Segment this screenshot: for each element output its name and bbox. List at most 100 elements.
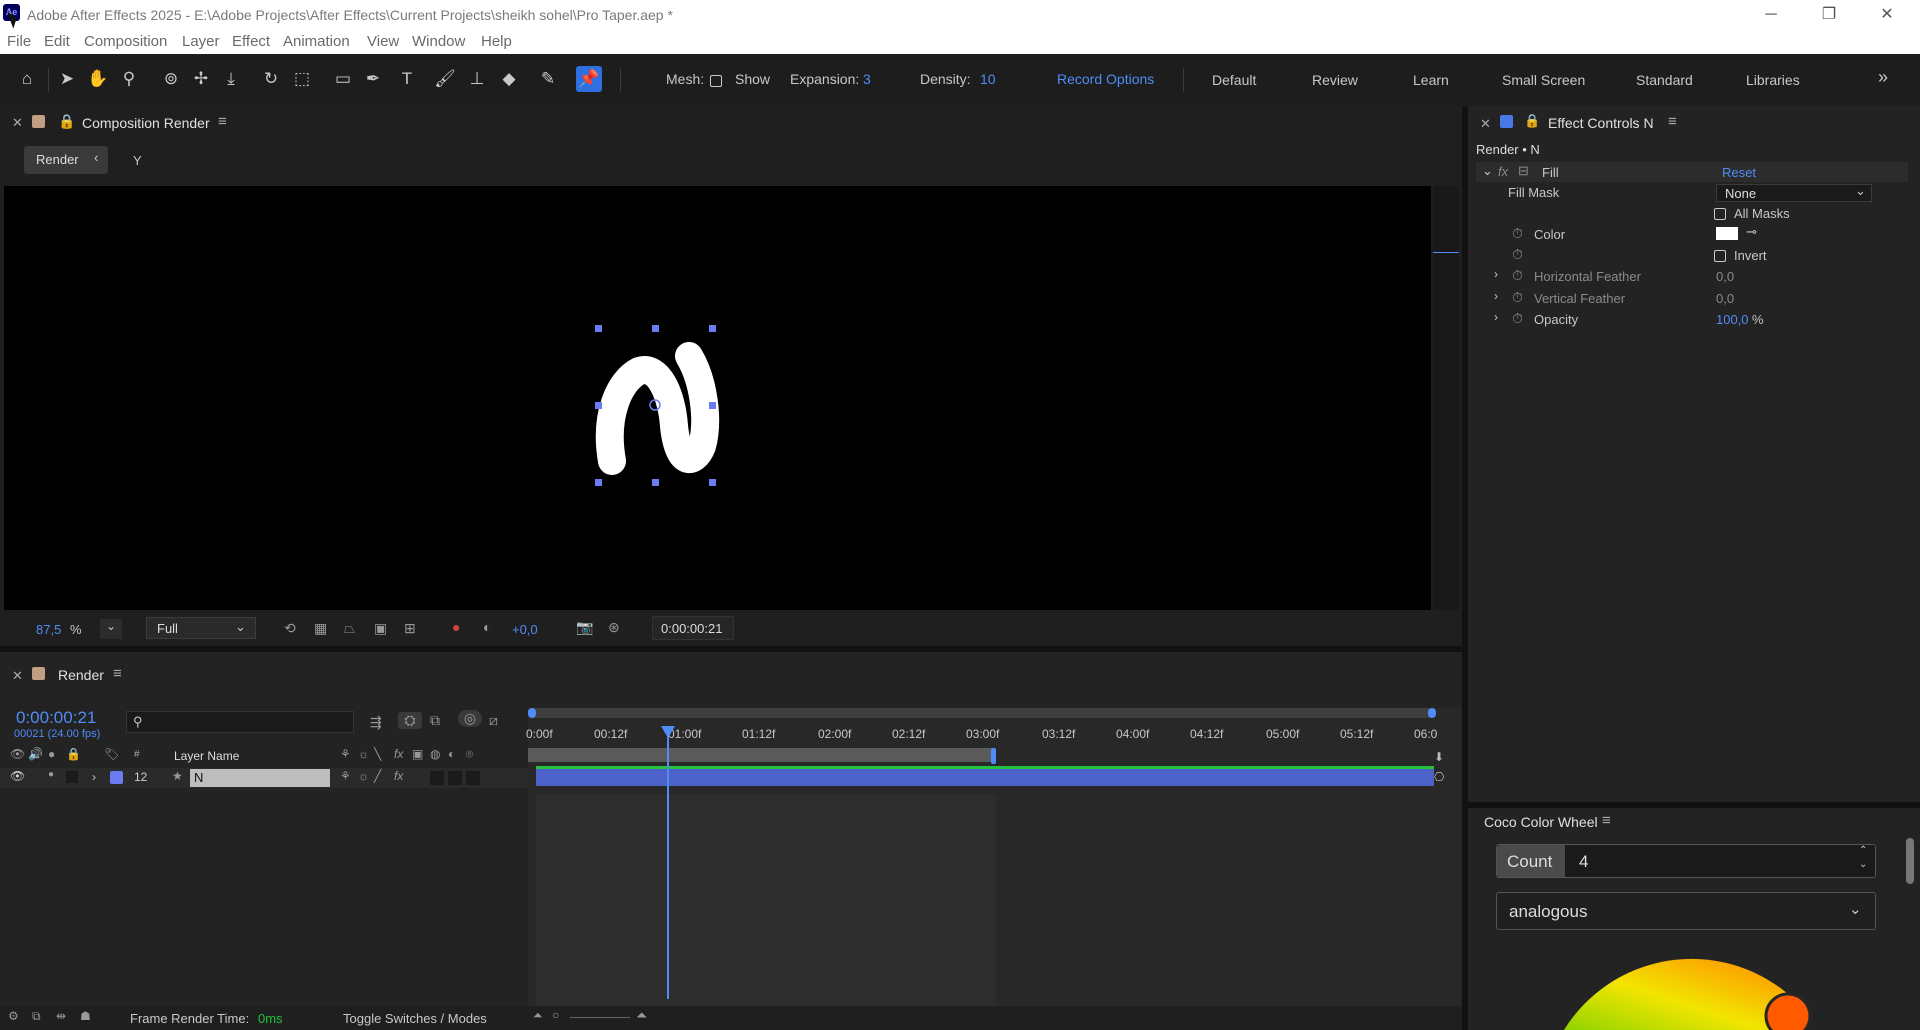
fill-mask-select[interactable]: None ⌄	[1716, 183, 1872, 202]
stopwatch-icon[interactable]: ⏱	[1512, 246, 1523, 263]
zoom-slider-track[interactable]	[570, 1017, 630, 1018]
expansion-value[interactable]: 3	[863, 71, 871, 87]
fast-previews-icon[interactable]: ⟲	[284, 620, 296, 637]
color-wheel-handle[interactable]	[1764, 992, 1812, 1030]
viewer-timecode[interactable]: 0:00:00:21	[652, 616, 734, 640]
close-panel-icon[interactable]: ✕	[12, 668, 23, 684]
zoom-in-icon[interactable]: ⏶	[636, 1007, 647, 1024]
close-panel-icon[interactable]: ✕	[12, 115, 23, 131]
layer-label-color[interactable]	[110, 771, 123, 784]
exposure-value[interactable]: +0,0	[512, 622, 538, 637]
count-value[interactable]: 4	[1579, 852, 1588, 872]
transparency-grid-icon[interactable]: ▦	[314, 620, 327, 637]
workspace-learn[interactable]: Learn	[1413, 72, 1449, 88]
collapse-toggle-icon[interactable]: ☼	[358, 769, 369, 783]
workspace-default[interactable]: Default	[1212, 72, 1256, 88]
chevron-right-icon[interactable]: ›	[1494, 289, 1498, 303]
invert-checkbox[interactable]	[1714, 247, 1726, 262]
label-tag-icon[interactable]: 🏷	[104, 747, 119, 761]
roto-brush-tool-icon[interactable]: ✎	[537, 68, 559, 90]
chevron-right-icon[interactable]: ›	[92, 770, 96, 784]
workspace-review[interactable]: Review	[1312, 72, 1358, 88]
adjustment-toggle[interactable]	[448, 771, 462, 785]
fx-icon[interactable]: fx	[1498, 164, 1508, 179]
shy-layers-icon[interactable]: ⧉	[430, 712, 440, 729]
dolly-camera-icon[interactable]: ⤓	[220, 68, 242, 90]
zoom-value[interactable]: 87,5	[36, 622, 61, 637]
menu-view[interactable]: View	[367, 33, 399, 50]
harmony-select[interactable]: analogous ⌄	[1496, 892, 1876, 930]
eraser-tool-icon[interactable]: ◆	[498, 68, 520, 90]
panel-menu-icon[interactable]: ≡	[113, 665, 122, 682]
render-time-icon[interactable]: ☗	[80, 1009, 91, 1023]
vertical-panel-divider[interactable]	[1462, 106, 1468, 1030]
layer-name-field[interactable]: N	[190, 769, 330, 787]
motion-blur-icon[interactable]: ◎	[458, 710, 482, 727]
close-panel-icon[interactable]: ✕	[1480, 116, 1491, 132]
stepper-down-icon[interactable]: ⌄	[1859, 859, 1867, 870]
brush-tool-icon[interactable]: 🖌	[434, 68, 456, 90]
color-wheel[interactable]	[1558, 954, 1818, 1030]
all-masks-checkbox[interactable]	[1714, 205, 1726, 220]
work-area-bar[interactable]	[528, 748, 996, 764]
layer-search-input[interactable]: ⚲	[126, 711, 354, 733]
3d-toggle[interactable]	[466, 771, 480, 785]
selection-tool-icon[interactable]: ➤	[56, 68, 78, 90]
chevron-down-icon[interactable]: ⌄	[1482, 163, 1493, 179]
motion-blur-toggle[interactable]	[430, 771, 444, 785]
chevron-right-icon[interactable]: ›	[1494, 267, 1498, 281]
menu-file[interactable]: File	[7, 33, 31, 50]
record-options-button[interactable]: Record Options	[1057, 71, 1154, 87]
fx-toggle-icon[interactable]: fx	[394, 769, 403, 783]
vertical-feather-value[interactable]: 0,0	[1716, 291, 1734, 306]
breadcrumb-y[interactable]: Y	[133, 153, 142, 168]
transform-handle[interactable]	[595, 402, 602, 409]
panel-menu-icon[interactable]: ≡	[1602, 812, 1611, 829]
workspace-small-screen[interactable]: Small Screen	[1502, 72, 1585, 88]
shy-toggle-icon[interactable]: ⚘	[340, 769, 351, 783]
menu-layer[interactable]: Layer	[182, 33, 220, 50]
stopwatch-icon[interactable]: ⏱	[1512, 289, 1523, 306]
comp-button-icon[interactable]: ⎔	[1434, 770, 1452, 786]
anchor-point-icon[interactable]	[649, 399, 661, 411]
menu-help[interactable]: Help	[481, 33, 512, 50]
playhead-line[interactable]	[667, 731, 669, 999]
menu-window[interactable]: Window	[412, 33, 465, 50]
rectangle-tool-icon[interactable]: ▭	[332, 68, 354, 90]
transform-handle[interactable]	[595, 325, 602, 332]
lock-icon[interactable]: 🔒	[58, 113, 75, 130]
composition-viewer[interactable]	[4, 186, 1431, 610]
zoom-tool-icon[interactable]: ⚲	[118, 68, 140, 90]
lock-icon[interactable]: 🔒	[1524, 113, 1540, 129]
menu-edit[interactable]: Edit	[44, 33, 70, 50]
pan-behind-tool-icon[interactable]: ⬚	[291, 68, 313, 90]
orbit-camera-icon[interactable]: ⊚	[160, 68, 182, 90]
puppet-pin-tool-icon[interactable]: 📌	[576, 66, 602, 92]
composition-mini-flowchart-icon[interactable]: ⇶	[370, 714, 382, 731]
work-area-end-handle[interactable]	[991, 748, 996, 764]
layer-row[interactable]: 👁 ● › 12 ★ N ⚘ ☼ ╱ fx	[0, 768, 528, 788]
in-out-icon[interactable]: ⇹	[56, 1009, 66, 1023]
mask-visibility-icon[interactable]: ⏢	[344, 620, 355, 637]
toggle-switches-modes-button[interactable]: Toggle Switches / Modes	[343, 1011, 487, 1026]
region-of-interest-icon[interactable]: ▣	[374, 620, 387, 637]
maximize-button[interactable]: ❐	[1806, 2, 1852, 28]
playhead-handle[interactable]	[661, 726, 675, 738]
graph-editor-icon[interactable]: ⧄	[489, 712, 498, 729]
pen-tool-icon[interactable]: ✒	[362, 68, 384, 90]
lock-icon[interactable]: 🔒	[66, 747, 81, 761]
panel-menu-icon[interactable]: ≡	[218, 113, 227, 130]
transform-handle[interactable]	[595, 479, 602, 486]
navigator-end-handle[interactable]	[1428, 708, 1436, 718]
density-value[interactable]: 10	[980, 71, 996, 87]
transform-handle[interactable]	[709, 402, 716, 409]
right-panel-divider[interactable]	[1468, 802, 1920, 808]
layer-duration-bar[interactable]	[536, 766, 1434, 786]
chevron-right-icon[interactable]: ›	[1494, 310, 1498, 324]
stopwatch-icon[interactable]: ⏱	[1512, 267, 1523, 284]
grid-guides-icon[interactable]: ⊞	[404, 620, 416, 637]
audio-icon[interactable]: 🔊	[28, 747, 43, 761]
transfer-controls-icon[interactable]: ⧉	[32, 1009, 41, 1024]
stopwatch-icon[interactable]: ⏱	[1512, 310, 1523, 327]
close-button[interactable]: ✕	[1864, 2, 1910, 28]
